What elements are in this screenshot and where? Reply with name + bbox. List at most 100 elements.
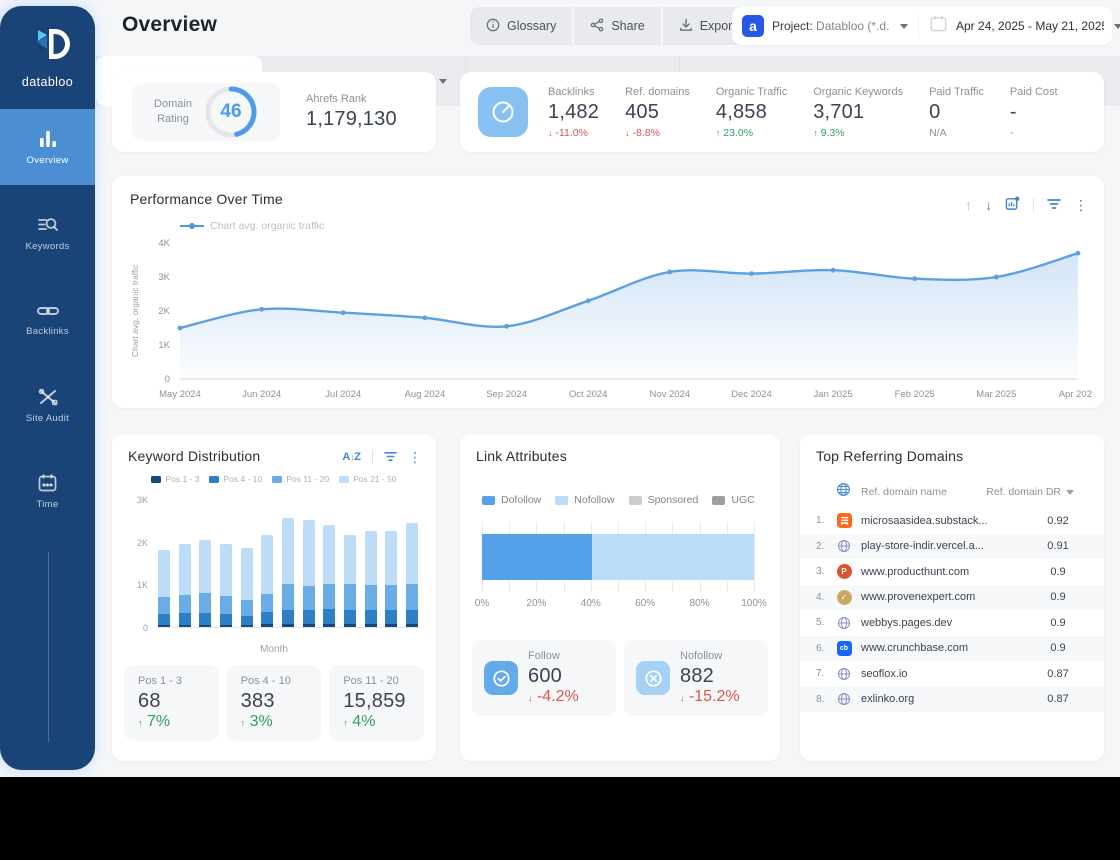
- bar-segment-pos-1-3: [199, 624, 212, 627]
- filter-lines-icon[interactable]: [1047, 198, 1061, 212]
- stacked-bar[interactable]: [261, 535, 274, 627]
- bar-segment-pos-4-10: [199, 613, 212, 625]
- legend-swatch-icon: [482, 495, 495, 505]
- horizontal-stacked-bar[interactable]: [482, 534, 754, 580]
- arrow-down-icon[interactable]: ↓: [985, 198, 992, 212]
- table-row[interactable]: 6. cb www.crunchbase.com 0.9: [800, 635, 1104, 661]
- legend-swatch-icon: [712, 495, 726, 505]
- info-icon: [486, 18, 500, 35]
- stacked-bar[interactable]: [219, 543, 232, 627]
- legend-item-pos-1-3: Pos 1 - 3: [151, 474, 199, 484]
- row-domain[interactable]: www.crunchbase.com: [861, 642, 1028, 654]
- legend-swatch-icon: [209, 475, 220, 483]
- stacked-bar[interactable]: [158, 550, 170, 627]
- table-row[interactable]: 4. ✓ www.provenexpert.com 0.9: [800, 584, 1104, 610]
- metric-value: 405: [625, 100, 660, 123]
- row-domain[interactable]: seoflox.io: [861, 668, 1028, 680]
- bar-segment-pos-1-3: [364, 624, 377, 627]
- stacked-bar[interactable]: [343, 535, 356, 627]
- svg-text:Nov 2024: Nov 2024: [649, 389, 690, 400]
- stacked-bar[interactable]: [240, 548, 253, 627]
- stacked-bar[interactable]: [281, 518, 294, 627]
- sidebar-item-overview[interactable]: Overview: [0, 109, 95, 185]
- bar-segment-pos-1-3: [281, 624, 294, 627]
- metric-delta: -: [1009, 126, 1014, 139]
- sidebar-item-keywords[interactable]: Keywords: [0, 195, 95, 271]
- metric-backlinks: Backlinks 1,482 ↓ -11.0%: [548, 86, 599, 139]
- row-rank: 1.: [816, 515, 825, 527]
- column-header-domain: Ref. domain name: [861, 486, 947, 498]
- row-dr: 0.92: [1047, 514, 1069, 527]
- stacked-bar[interactable]: [178, 543, 191, 627]
- svg-text:Aug 2024: Aug 2024: [405, 389, 446, 400]
- row-rank: 8.: [816, 693, 825, 705]
- legend-swatch-icon: [628, 495, 642, 505]
- filter-lines-icon[interactable]: [384, 450, 397, 464]
- arrow-up-icon[interactable]: ↑: [965, 198, 972, 212]
- table-row[interactable]: 7. seoflox.io 0.87: [800, 661, 1104, 687]
- keyword-summary-pos-1-3: Pos 1 - 3 68 ↑ 7%: [124, 665, 219, 741]
- row-domain[interactable]: webbys.pages.dev: [861, 617, 1028, 629]
- keyword-distribution-card: Keyword Distribution A↓Z ⋮ Pos 1 - 3 Pos …: [112, 434, 436, 761]
- kebab-menu-icon[interactable]: ⋮: [408, 450, 422, 464]
- table-row[interactable]: 1. microsaasidea.substack... 0.92: [800, 508, 1104, 534]
- chart-report-icon[interactable]: [1005, 196, 1020, 213]
- link-attributes-x-axis: 0% 20% 40% 60% 80% 100%: [475, 598, 767, 614]
- bar-segment-pos-11-20: [219, 595, 232, 614]
- row-dr: 0.9: [1050, 591, 1066, 604]
- sort-caret-icon: [1066, 489, 1074, 495]
- sidebar-item-label: Site Audit: [25, 412, 70, 424]
- globe-icon: [836, 482, 851, 502]
- kebab-menu-icon[interactable]: ⋮: [1074, 198, 1088, 212]
- stacked-bar[interactable]: [302, 520, 315, 627]
- bar-segment-pos-21-50: [178, 543, 191, 596]
- stacked-bar[interactable]: [323, 524, 336, 627]
- bar-segment-pos-21-50: [199, 539, 212, 593]
- svg-text:Jul 2024: Jul 2024: [325, 389, 361, 400]
- sort-az-icon[interactable]: A↓Z: [342, 451, 361, 463]
- date-range-selector[interactable]: Apr 24, 2025 - May 21, 2025: [918, 14, 1120, 38]
- metric-organic-traffic: Organic Traffic 4,858 ↑ 23.0%: [716, 86, 787, 139]
- share-button[interactable]: Share: [574, 7, 661, 45]
- legend-item-sponsored: Sponsored: [628, 494, 698, 506]
- stacked-bar[interactable]: [405, 522, 418, 627]
- row-rank: 3.: [816, 566, 825, 578]
- referring-domains-table: Ref. domain name Ref. domain DR 1. micros…: [800, 476, 1104, 712]
- row-rank: 5.: [816, 617, 825, 629]
- bar-segment-pos-21-50: [240, 548, 253, 601]
- table-row[interactable]: 2. play-store-indir.vercel.a... 0.91: [800, 533, 1104, 559]
- row-domain[interactable]: microsaasidea.substack...: [861, 515, 1028, 527]
- row-domain[interactable]: www.producthunt.com: [861, 566, 1028, 578]
- x-tick-label: 40%: [580, 598, 601, 609]
- brand-logo[interactable]: databloo: [0, 6, 95, 99]
- bar-segment-pos-21-50: [364, 530, 377, 586]
- row-domain[interactable]: play-store-indir.vercel.a...: [861, 540, 1028, 552]
- stacked-bar[interactable]: [364, 530, 377, 627]
- stacked-bar[interactable]: [199, 539, 212, 627]
- metric-delta: ↑ 9.3%: [813, 126, 845, 139]
- sidebar-scrollbar[interactable]: [47, 552, 49, 742]
- table-row[interactable]: 8. exlinko.org 0.87: [800, 686, 1104, 712]
- row-dr: 0.87: [1047, 667, 1069, 680]
- bar-segment-pos-4-10: [385, 609, 398, 625]
- bar-segment-pos-21-50: [281, 518, 294, 585]
- svg-text:Sep 2024: Sep 2024: [486, 389, 527, 400]
- gauge-icon: [478, 87, 528, 137]
- row-domain[interactable]: www.provenexpert.com: [861, 591, 1028, 603]
- table-row[interactable]: 3. Pwww.producthunt.com 0.9: [800, 559, 1104, 585]
- stacked-bar[interactable]: [385, 530, 398, 627]
- bar-segment-pos-11-20: [302, 585, 315, 611]
- sidebar-item-backlinks[interactable]: Backlinks: [0, 281, 95, 357]
- sidebar-item-time[interactable]: Time: [0, 453, 95, 529]
- sidebar-item-site-audit[interactable]: Site Audit: [0, 367, 95, 443]
- project-selector[interactable]: a Project: Databloo (*.d...: [732, 15, 918, 37]
- bar-segment-pos-4-10: [364, 610, 377, 625]
- domain-rating-box: Domain Rating 46: [132, 83, 280, 141]
- column-header-dr[interactable]: Ref. domain DR: [986, 486, 1088, 498]
- glossary-button[interactable]: Glossary: [470, 7, 573, 45]
- table-row[interactable]: 5. webbys.pages.dev 0.9: [800, 610, 1104, 636]
- bar-segment-pos-11-20: [323, 584, 336, 610]
- header: Overview Glossary Share Export a Project: …: [96, 0, 1120, 56]
- row-domain[interactable]: exlinko.org: [861, 693, 1028, 705]
- metrics-row: Backlinks 1,482 ↓ -11.0% Ref. domains 405 ↓ -…: [548, 86, 1104, 139]
